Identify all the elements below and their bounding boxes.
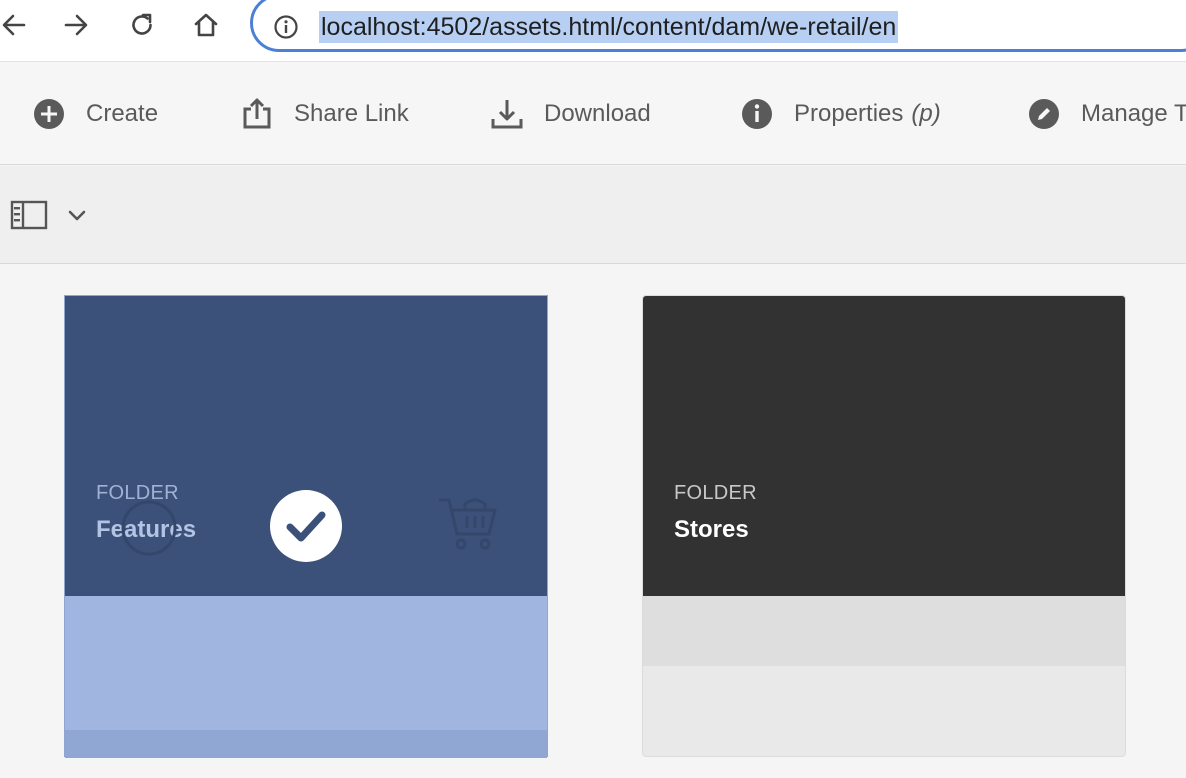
info-circle-icon bbox=[740, 97, 774, 131]
action-bar: Create Share Link Download Properties (p… bbox=[0, 62, 1186, 165]
asset-grid: FOLDER Features FOLDER Stores bbox=[0, 265, 1186, 778]
create-label: Create bbox=[86, 100, 159, 127]
view-bar bbox=[0, 166, 1186, 264]
chevron-down-icon[interactable] bbox=[66, 204, 88, 226]
create-button[interactable]: Create bbox=[32, 96, 158, 132]
reload-icon[interactable] bbox=[124, 7, 160, 43]
rail-toggle-icon[interactable] bbox=[10, 200, 50, 230]
properties-shortcut-hint: (p) bbox=[911, 100, 941, 127]
info-icon[interactable] bbox=[273, 14, 299, 40]
share-link-button[interactable]: Share Link bbox=[240, 96, 409, 132]
properties-label: Properties bbox=[794, 100, 904, 127]
checkmark-icon bbox=[286, 511, 326, 542]
edit-pencil-icon bbox=[1027, 97, 1061, 131]
target-icon[interactable] bbox=[117, 496, 181, 560]
forward-arrow-icon[interactable] bbox=[58, 7, 94, 43]
manage-tags-label: Manage T bbox=[1081, 100, 1186, 127]
properties-button[interactable]: Properties (p) bbox=[740, 96, 941, 132]
url-text[interactable]: localhost:4502/assets.html/content/dam/w… bbox=[319, 11, 899, 43]
card-footer-lower bbox=[643, 666, 1125, 756]
cart-icon[interactable] bbox=[435, 490, 501, 556]
card-type: FOLDER bbox=[674, 482, 757, 504]
card-title: Stores bbox=[674, 516, 749, 543]
browser-toolbar: localhost:4502/assets.html/content/dam/w… bbox=[0, 0, 1186, 62]
folder-card-stores[interactable]: FOLDER Stores bbox=[642, 295, 1126, 757]
download-button[interactable]: Download bbox=[490, 96, 651, 132]
download-icon bbox=[490, 97, 524, 131]
card-thumbnail bbox=[643, 296, 1125, 596]
add-circle-icon bbox=[32, 97, 66, 131]
address-bar[interactable]: localhost:4502/assets.html/content/dam/w… bbox=[250, 0, 1186, 52]
back-arrow-icon[interactable] bbox=[0, 7, 32, 43]
card-footer bbox=[643, 596, 1125, 666]
manage-tags-button[interactable]: Manage T bbox=[1027, 96, 1186, 132]
card-footer-strip bbox=[65, 730, 547, 758]
share-link-label: Share Link bbox=[294, 100, 409, 127]
download-label: Download bbox=[544, 100, 651, 127]
share-icon bbox=[240, 97, 274, 131]
home-icon[interactable] bbox=[188, 7, 224, 43]
select-checkmark-button[interactable] bbox=[270, 490, 342, 562]
folder-card-features[interactable]: FOLDER Features bbox=[64, 295, 548, 758]
